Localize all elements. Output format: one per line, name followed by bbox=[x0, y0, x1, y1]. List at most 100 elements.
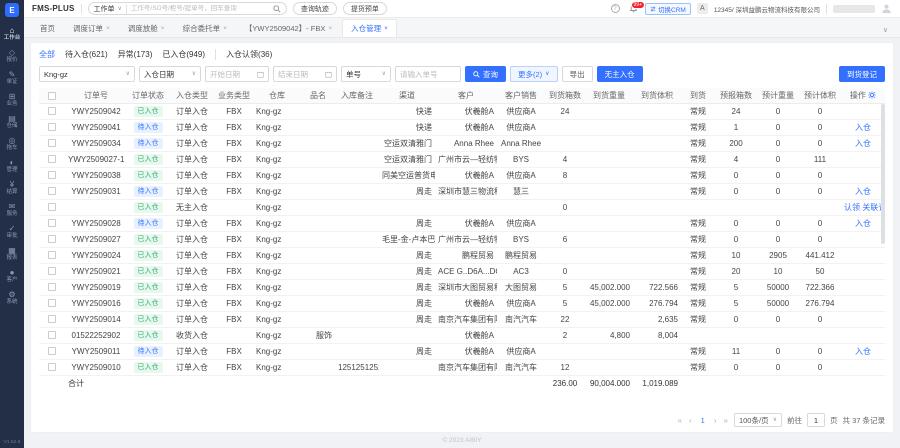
close-tab-icon[interactable]: × bbox=[106, 25, 110, 32]
row-checkbox[interactable] bbox=[48, 251, 56, 259]
row-checkbox[interactable] bbox=[48, 139, 56, 147]
row-checkbox[interactable] bbox=[48, 267, 56, 275]
row-checkbox[interactable] bbox=[48, 235, 56, 243]
user-icon[interactable] bbox=[881, 3, 892, 14]
export-button[interactable]: 导出 bbox=[562, 66, 593, 82]
forecast-volume bbox=[799, 327, 841, 343]
more-filters-button[interactable]: 更多(2) ∨ bbox=[510, 66, 558, 82]
row-checkbox[interactable] bbox=[48, 283, 56, 291]
tab-首页[interactable]: 首页 bbox=[32, 20, 63, 37]
last-page-button[interactable]: » bbox=[723, 416, 729, 425]
row-checkbox[interactable] bbox=[48, 363, 56, 371]
action-入仓[interactable]: 入仓 bbox=[855, 123, 871, 132]
action-入仓[interactable]: 入仓 bbox=[855, 347, 871, 356]
row-checkbox[interactable] bbox=[48, 331, 56, 339]
action-认领[interactable]: 认领 bbox=[844, 203, 860, 212]
tab-label: 首页 bbox=[40, 23, 55, 34]
sidebar-item-业务[interactable]: ⊞业务 bbox=[3, 89, 21, 111]
ownerless-inbound-button[interactable]: 无主入仓 bbox=[597, 66, 643, 82]
switch-crm-button[interactable]: 切换CRM bbox=[645, 3, 691, 15]
vertical-scrollbar[interactable] bbox=[881, 104, 885, 244]
current-page[interactable]: 1 bbox=[698, 416, 708, 425]
date-type-select[interactable]: 入仓日期 ∨ bbox=[139, 66, 201, 82]
action-入仓[interactable]: 入仓 bbox=[855, 219, 871, 228]
pickup-preorder-button[interactable]: 提货预单 bbox=[343, 2, 387, 15]
warehouse-select[interactable]: Kng-gz ∨ bbox=[39, 66, 135, 82]
prev-page-button[interactable]: ‹ bbox=[688, 416, 693, 425]
sidebar-item-审批[interactable]: ✓审批 bbox=[3, 221, 21, 243]
first-page-button[interactable]: « bbox=[677, 416, 683, 425]
sidebar-item-报表[interactable]: ▦报表 bbox=[3, 243, 21, 265]
summary-arrived-boxes: 236.00 bbox=[545, 375, 585, 392]
arrival-register-button[interactable]: 到货登记 bbox=[839, 66, 885, 82]
sidebar-item-结算[interactable]: ¥结算 bbox=[3, 177, 21, 199]
sidebar-item-工作台[interactable]: ⌂工作台 bbox=[3, 23, 21, 45]
close-tab-icon[interactable]: × bbox=[328, 25, 332, 32]
sidebar-item-单证[interactable]: ✎单证 bbox=[3, 67, 21, 89]
close-tab-icon[interactable]: × bbox=[384, 25, 388, 32]
app-root: E ⌂工作台◇报价✎单证⊞业务▤仓储◎拖车◐管理¥结算✉服务✓审批▦报表●客户⚙… bbox=[0, 0, 900, 448]
number-input[interactable] bbox=[400, 70, 456, 79]
inbound-type: 订单入仓 bbox=[169, 359, 215, 375]
start-date-input[interactable]: 开始日期 bbox=[205, 66, 269, 82]
action-入仓[interactable]: 入仓 bbox=[855, 187, 871, 196]
row-checkbox[interactable] bbox=[48, 219, 56, 227]
number-type-select[interactable]: 单号 ∨ bbox=[341, 66, 391, 82]
action-入仓[interactable]: 入仓 bbox=[855, 139, 871, 148]
sidebar-item-拖车[interactable]: ◎拖车 bbox=[3, 133, 21, 155]
select-all-checkbox[interactable] bbox=[39, 88, 65, 103]
tab-【YWY2509042】- FBX[interactable]: 【YWY2509042】- FBX× bbox=[237, 20, 340, 37]
inbound-type: 订单入仓 bbox=[169, 151, 215, 167]
sidebar-item-客户[interactable]: ●客户 bbox=[3, 265, 21, 287]
row-checkbox[interactable] bbox=[48, 155, 56, 163]
column-header-操作: 操作 bbox=[841, 88, 885, 103]
goto-page-input[interactable] bbox=[807, 413, 825, 427]
subtab-入仓认领(36)[interactable]: 入仓认领(36) bbox=[215, 49, 272, 60]
subtab-异常(173)[interactable]: 异常(173) bbox=[118, 49, 153, 60]
channel: 周走 bbox=[379, 215, 435, 231]
tab-调度放舱[interactable]: 调度放舱× bbox=[120, 20, 173, 37]
sidebar-item-报价[interactable]: ◇报价 bbox=[3, 45, 21, 67]
tab-入仓管理[interactable]: 入仓管理× bbox=[342, 19, 397, 37]
swap-icon bbox=[650, 6, 656, 12]
close-tab-icon[interactable]: × bbox=[223, 25, 227, 32]
notification-bell-icon[interactable]: 99+ bbox=[627, 3, 639, 15]
collapse-tabs-icon[interactable]: ∨ bbox=[879, 23, 892, 37]
sidebar-item-系统[interactable]: ⚙系统 bbox=[3, 287, 21, 309]
global-search-input[interactable] bbox=[131, 5, 269, 12]
tab-综合委托单[interactable]: 综合委托单× bbox=[175, 20, 235, 37]
row-checkbox[interactable] bbox=[48, 171, 56, 179]
row-checkbox[interactable] bbox=[48, 107, 56, 115]
subtab-已入仓(949)[interactable]: 已入仓(949) bbox=[162, 49, 205, 60]
avatar[interactable]: A bbox=[697, 3, 708, 14]
help-icon[interactable]: ? bbox=[609, 3, 621, 15]
track-query-button[interactable]: 查询轨迹 bbox=[293, 2, 337, 15]
tab-调度订单[interactable]: 调度订单× bbox=[65, 20, 118, 37]
search-button[interactable]: 查询 bbox=[465, 66, 506, 82]
search-icon[interactable] bbox=[273, 5, 281, 13]
customer: 深圳市慧三物流科技.. bbox=[435, 183, 497, 199]
row-checkbox[interactable] bbox=[48, 315, 56, 323]
row-checkbox[interactable] bbox=[48, 203, 56, 211]
tab-label: 综合委托单 bbox=[183, 23, 221, 34]
sidebar-item-管理[interactable]: ◐管理 bbox=[3, 155, 21, 177]
app-logo[interactable]: E bbox=[5, 3, 19, 17]
subtab-待入仓(621)[interactable]: 待入仓(621) bbox=[65, 49, 108, 60]
row-checkbox[interactable] bbox=[48, 187, 56, 195]
product-name bbox=[301, 199, 335, 215]
channel: 同美空运普货电气 bbox=[379, 167, 435, 183]
close-tab-icon[interactable]: × bbox=[161, 25, 165, 32]
sidebar-item-仓储[interactable]: ▤仓储 bbox=[3, 111, 21, 133]
row-checkbox[interactable] bbox=[48, 347, 56, 355]
column-settings-gear-icon[interactable] bbox=[868, 91, 876, 99]
next-page-button[interactable]: › bbox=[713, 416, 718, 425]
sidebar-item-服务[interactable]: ✉服务 bbox=[3, 199, 21, 221]
end-date-input[interactable]: 结束日期 bbox=[273, 66, 337, 82]
row-checkbox[interactable] bbox=[48, 123, 56, 131]
page-size-select[interactable]: 100条/页 ∨ bbox=[734, 413, 782, 427]
subtab-全部[interactable]: 全部 bbox=[39, 49, 55, 60]
row-checkbox[interactable] bbox=[48, 299, 56, 307]
warehouse: Kng-gz bbox=[253, 167, 301, 183]
search-type-select[interactable]: 工作单 ∨ bbox=[94, 4, 122, 14]
column-header-客户: 客户 bbox=[435, 88, 497, 103]
